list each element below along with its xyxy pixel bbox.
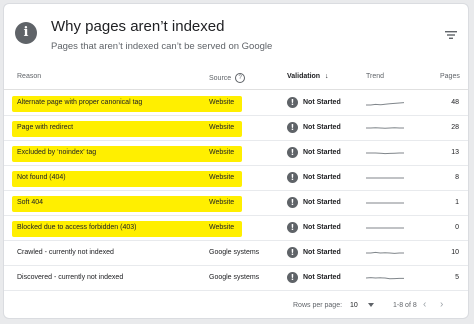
row-divider [4,290,468,291]
rows-per-page-select[interactable]: 10 [350,302,358,309]
column-header-validation-label: Validation [287,73,321,80]
row-pages-count: 10 [451,249,459,256]
column-header-source-label: Source [209,74,232,82]
trend-sparkline [366,127,404,129]
trend-sparkline [366,227,404,229]
filter-icon[interactable] [444,28,458,42]
row-source: Google systems [209,249,260,256]
table-row[interactable]: Not found (404) Website! Not Started 8 [4,166,468,191]
info-icon: i [15,22,37,44]
row-validation-status: Not Started [303,249,341,256]
help-icon[interactable]: ? [235,73,246,83]
sort-arrow-icon: ↓ [325,73,329,80]
row-validation-status: Not Started [303,149,341,156]
next-page-icon[interactable]: › [440,300,443,310]
table-row[interactable]: Discovered - currently not indexed Google… [4,266,468,291]
card-subtitle: Pages that aren’t indexed can’t be serve… [51,41,273,52]
row-pages-count: 13 [451,149,459,156]
status-warning-icon: ! [287,172,298,183]
row-validation-status: Not Started [303,274,341,281]
status-warning-icon: ! [287,97,298,108]
column-header-source: Source? [209,73,246,83]
row-source: Website [209,149,235,156]
row-source: Website [209,224,235,231]
row-pages-count: 48 [451,99,459,106]
card-title: Why pages aren’t indexed [51,18,225,35]
rows-per-page-label: Rows per page: [293,302,343,309]
trend-sparkline [366,102,404,106]
row-pages-count: 1 [455,199,459,206]
pagination-range: 1-8 of 8 [393,302,417,309]
row-pages-count: 0 [455,224,459,231]
trend-sparkline [366,177,404,179]
row-validation-status: Not Started [303,99,341,106]
card-header: i Why pages aren’t indexed Pages that ar… [4,4,468,60]
row-validation-status: Not Started [303,124,341,131]
row-reason: Discovered - currently not indexed [17,274,124,281]
status-warning-icon: ! [287,222,298,233]
trend-sparkline [366,202,404,204]
row-reason: Excluded by ‘noindex’ tag [17,149,97,156]
column-header-reason: Reason [17,73,42,80]
table-row[interactable]: Page with redirect Website! Not Started 28 [4,116,468,141]
row-source: Google systems [209,274,260,281]
row-reason: Page with redirect [17,124,74,131]
row-source: Website [209,124,235,131]
table-row[interactable]: Crawled - currently not indexed Google sy… [4,241,468,266]
trend-sparkline [366,251,404,254]
row-reason: Blocked due to access forbidden (403) [17,224,137,231]
row-source: Website [209,99,235,106]
row-source: Website [209,199,235,206]
row-pages-count: 28 [451,124,459,131]
row-validation-status: Not Started [303,174,341,181]
trend-sparkline [366,152,404,155]
trend-line [366,251,404,254]
trend-line [366,277,404,280]
row-reason: Alternate page with proper canonical tag [17,99,143,106]
row-reason: Crawled - currently not indexed [17,249,114,256]
trend-line [366,102,404,106]
row-pages-count: 8 [455,174,459,181]
table-row[interactable]: Alternate page with proper canonical tag… [4,91,468,116]
row-source: Website [209,174,235,181]
row-validation-status: Not Started [303,199,341,206]
status-warning-icon: ! [287,197,298,208]
table-row[interactable]: Excluded by ‘noindex’ tag Website! Not Sta… [4,141,468,166]
prev-page-icon[interactable]: ‹ [423,300,426,310]
status-warning-icon: ! [287,122,298,133]
table-row[interactable]: Soft 404 Website! Not Started 1 [4,191,468,216]
table-footer: Rows per page: 10 1-8 of 8 ‹ › [4,294,468,318]
column-header-pages: Pages [440,73,460,80]
status-warning-icon: ! [287,272,298,283]
status-warning-icon: ! [287,247,298,258]
column-header-validation[interactable]: Validation ↓ [287,73,329,80]
status-warning-icon: ! [287,147,298,158]
header-divider [4,89,468,90]
index-report-card: i Why pages aren’t indexed Pages that ar… [3,3,469,319]
trend-sparkline [366,277,404,280]
row-reason: Soft 404 [17,199,44,206]
row-validation-status: Not Started [303,224,341,231]
table-row[interactable]: Blocked due to access forbidden (403) Web… [4,216,468,241]
row-pages-count: 5 [455,274,459,281]
column-header-trend: Trend [366,73,385,80]
highlight-marker [12,196,242,212]
row-reason: Not found (404) [17,174,66,181]
trend-line [366,152,404,155]
dropdown-arrow-icon[interactable] [368,303,374,307]
